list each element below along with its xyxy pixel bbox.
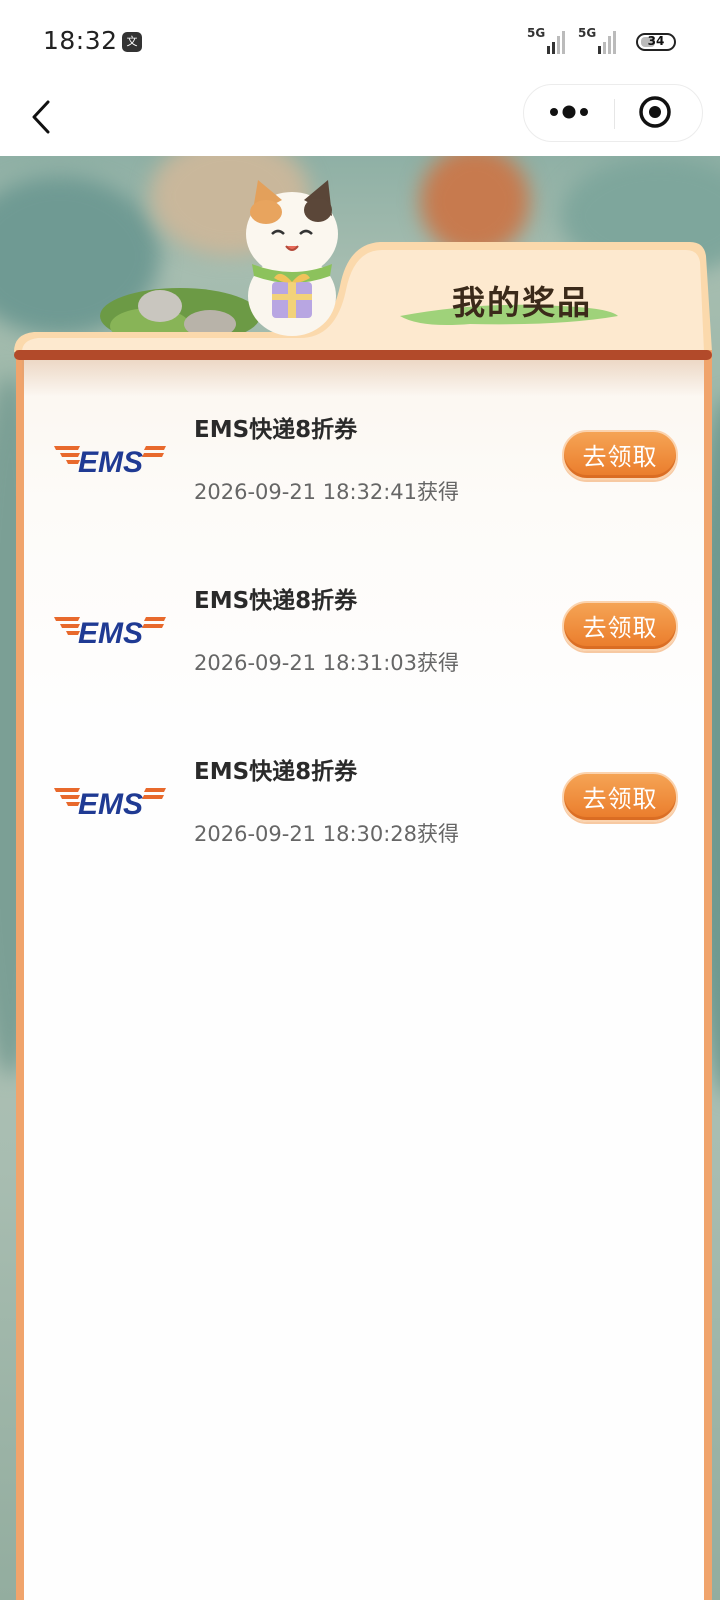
signal-bars-icon-2 <box>598 31 616 54</box>
ems-logo-text: EMS <box>78 446 143 479</box>
page-title: 我的奖品 <box>452 283 592 322</box>
target-icon <box>639 96 671 128</box>
prize-time: 2026-09-21 18:30:28获得 <box>194 822 460 846</box>
card-top-bar <box>14 350 712 360</box>
prize-name: EMS快递8折券 <box>194 588 358 614</box>
prize-time: 2026-09-21 18:31:03获得 <box>194 651 460 675</box>
more-button[interactable] <box>524 85 614 143</box>
capsule-menu <box>523 84 703 142</box>
close-miniprogram-button[interactable] <box>615 85 703 143</box>
chevron-left-icon <box>32 100 50 134</box>
ems-logo-icon: EMS <box>54 788 166 821</box>
back-button[interactable] <box>22 92 66 140</box>
battery-percent: 34 <box>647 34 665 48</box>
claim-button[interactable]: 去领取 <box>562 601 678 651</box>
prize-item: EMS EMS快递8折券 2026-09-21 18:32:41获得 去领取 <box>24 410 704 560</box>
header-banner <box>14 180 712 352</box>
prize-name: EMS快递8折券 <box>194 759 358 785</box>
prize-item: EMS EMS快递8折券 2026-09-21 18:30:28获得 去领取 <box>24 752 704 902</box>
claim-button[interactable]: 去领取 <box>562 430 678 480</box>
prize-item: EMS EMS快递8折券 2026-09-21 18:31:03获得 去领取 <box>24 581 704 731</box>
status-bar: 18:32 文 5G 5G 34 <box>0 0 720 84</box>
signal-bars-icon <box>547 31 565 54</box>
claim-button[interactable]: 去领取 <box>562 772 678 822</box>
status-time: 18:32 <box>43 26 118 55</box>
ems-logo-icon: EMS <box>54 617 166 650</box>
prize-name: EMS快递8折券 <box>194 417 358 443</box>
card-top-shadow <box>22 360 704 396</box>
prize-page: 18:32 文 5G 5G 34 我的奖品 EMS EMS快递8折券 2026-… <box>0 0 720 1600</box>
ems-logo-text: EMS <box>78 788 143 821</box>
notification-app-icon: 文 <box>122 32 142 52</box>
more-dots-icon <box>550 105 588 119</box>
ems-logo-icon: EMS <box>54 446 166 479</box>
prize-time: 2026-09-21 18:32:41获得 <box>194 480 460 504</box>
nav-bar <box>0 84 720 156</box>
ems-logo-text: EMS <box>78 617 143 650</box>
battery-icon: 34 <box>636 33 676 51</box>
